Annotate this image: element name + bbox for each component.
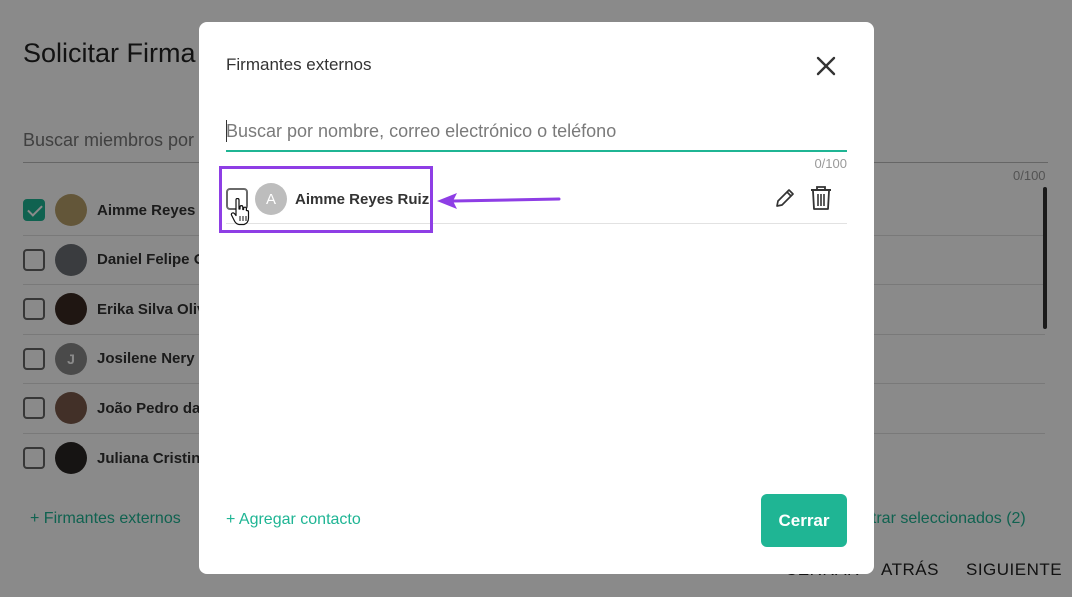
highlight-box: [219, 166, 433, 233]
text-caret: [226, 120, 227, 142]
delete-contact-button[interactable]: [809, 185, 833, 211]
close-icon: [816, 56, 836, 76]
arrow-left-icon: [437, 193, 561, 209]
close-button[interactable]: [813, 53, 839, 79]
edit-contact-button[interactable]: [774, 187, 796, 209]
search-input[interactable]: [226, 114, 847, 148]
search-counter: 0/100: [814, 156, 847, 171]
close-dialog-button[interactable]: Cerrar: [761, 494, 847, 547]
search-field[interactable]: [226, 114, 847, 152]
add-contact-link[interactable]: + Agregar contacto: [226, 511, 361, 529]
pencil-icon: [776, 189, 794, 207]
dialog-title: Firmantes externos: [226, 55, 372, 74]
external-signers-dialog: Firmantes externos 0/100 A Aimme Reyes R…: [199, 22, 874, 574]
hand-cursor-icon: [230, 198, 250, 226]
trash-icon: [811, 186, 831, 210]
